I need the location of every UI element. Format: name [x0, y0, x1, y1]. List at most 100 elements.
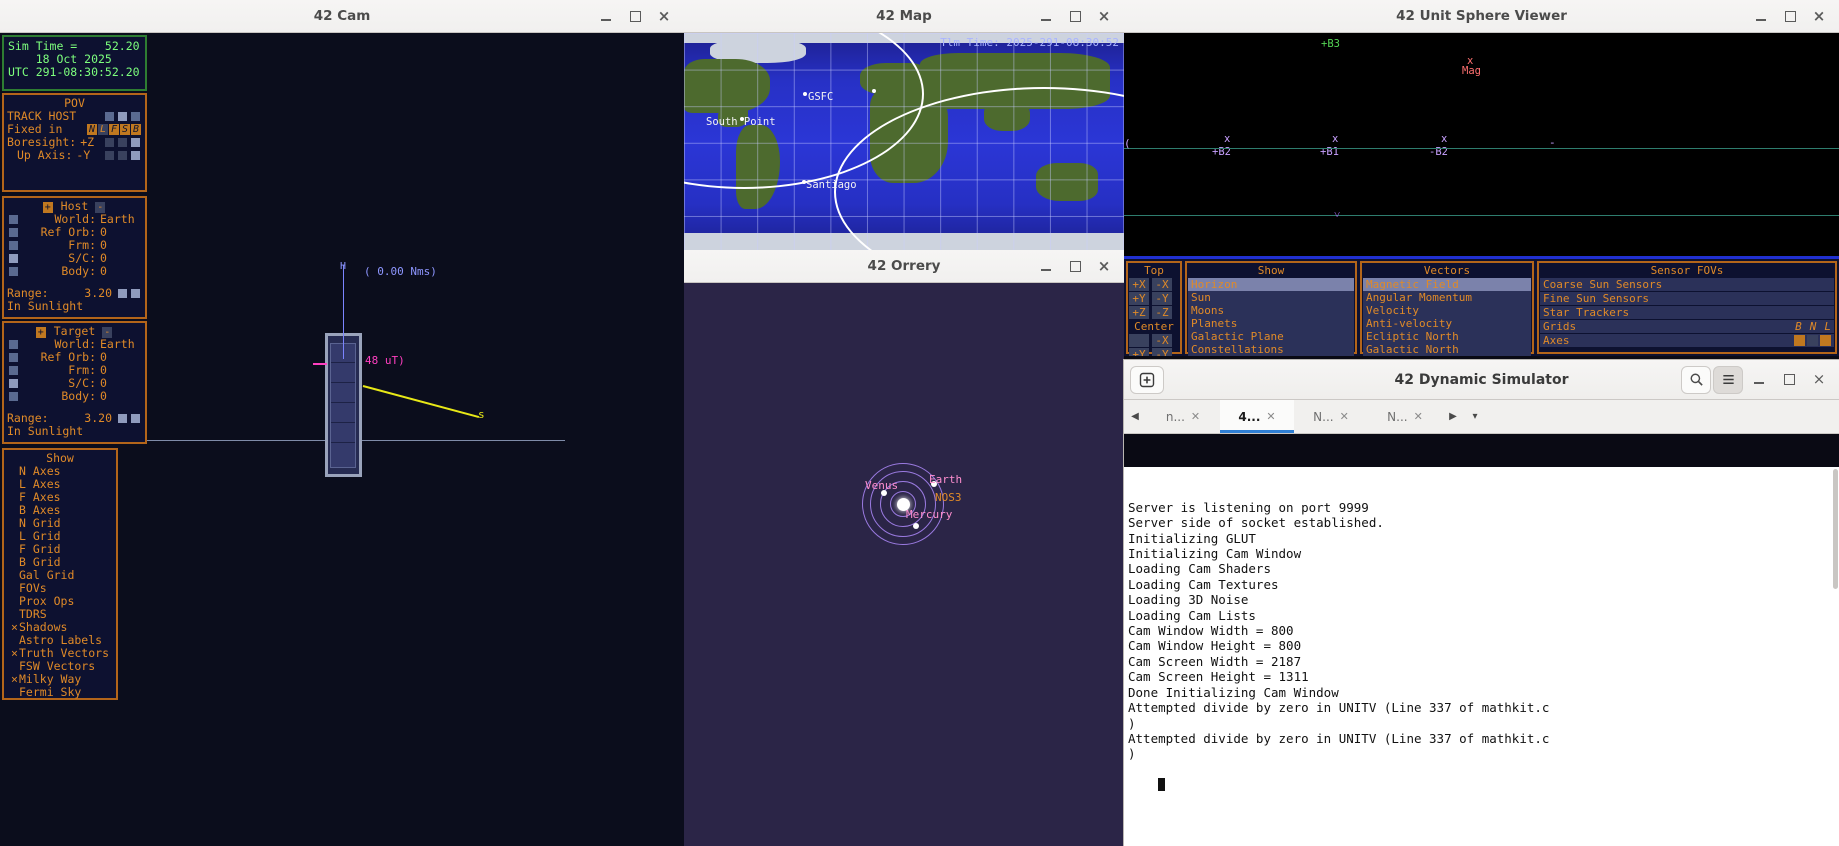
target-row-swatch[interactable] [9, 353, 18, 362]
sensor-fov-coarse-sun[interactable]: Coarse Sun Sensors [1540, 278, 1834, 291]
usv-vector-option-anti-velocity[interactable]: Anti-velocity [1363, 317, 1531, 330]
close-button[interactable]: × [650, 4, 678, 30]
unit-sphere-titlebar[interactable]: 42 Unit Sphere Viewer × [1124, 0, 1839, 33]
terminal-titlebar[interactable]: 42 Dynamic Simulator × [1124, 360, 1839, 400]
frame-button-n[interactable]: N [87, 124, 97, 135]
terminal-tab-3[interactable]: N... ✕ [1368, 400, 1442, 433]
track-mode-swatch[interactable] [118, 112, 127, 121]
axes-button-3[interactable] [1820, 335, 1831, 346]
tab-close-icon[interactable]: ✕ [1414, 410, 1423, 423]
target-row-swatch[interactable] [9, 392, 18, 401]
axes-button-2[interactable] [1807, 335, 1818, 346]
usv-show-option-constellations[interactable]: Constellations [1188, 343, 1354, 356]
top-plus-y-button[interactable]: +Y [1129, 292, 1149, 305]
center-axis-pair[interactable]: +Y -Y [1129, 348, 1179, 356]
maximize-button[interactable] [621, 4, 649, 30]
unit-sphere-plot[interactable]: +B3 x Mag x +B2 x +B1 x -B2 - ( ˅ [1124, 33, 1839, 221]
target-row-swatch[interactable] [9, 366, 18, 375]
upaxis-swatch[interactable] [105, 151, 114, 160]
minimize-button[interactable] [1745, 367, 1773, 393]
maximize-button[interactable] [1061, 4, 1089, 30]
tab-close-icon[interactable]: ✕ [1266, 410, 1275, 423]
target-range-stepper-up[interactable] [118, 414, 127, 423]
map-viewport[interactable]: GSFC South Point Santiago Tlm Time: 2025… [684, 33, 1124, 252]
close-button[interactable]: × [1090, 254, 1118, 280]
close-button[interactable]: × [1805, 4, 1833, 30]
close-button[interactable]: × [1090, 4, 1118, 30]
boresight-swatch[interactable] [105, 138, 114, 147]
host-row-swatch[interactable] [9, 241, 18, 250]
range-stepper-up[interactable] [118, 289, 127, 298]
orrery-viewport[interactable]: Venus Earth Mercury NOS3 ↑ ← + → ↓ 2 AU [684, 283, 1124, 846]
center-plus-y-button[interactable]: +Y [1129, 348, 1149, 356]
usv-show-option-horizon[interactable]: Horizon [1188, 278, 1354, 291]
frame-button-b[interactable]: B [131, 124, 141, 135]
top-axis-pair[interactable]: +X -X [1129, 278, 1179, 291]
top-plus-x-button[interactable]: +X [1129, 278, 1149, 291]
top-minus-x-button[interactable]: -X [1152, 278, 1172, 291]
minimize-button[interactable] [1747, 4, 1775, 30]
frame-button-s[interactable]: S [120, 124, 130, 135]
host-row-swatch[interactable] [9, 267, 18, 276]
terminal-tab-2[interactable]: N... ✕ [1294, 400, 1368, 433]
chevron-down-icon[interactable]: ˅ [1334, 208, 1340, 221]
host-row-swatch[interactable] [9, 215, 18, 224]
grid-button-l[interactable]: L [1824, 320, 1831, 333]
usv-vector-option-velocity[interactable]: Velocity [1363, 304, 1531, 317]
top-plus-z-button[interactable]: +Z [1129, 306, 1149, 319]
host-row-swatch[interactable] [9, 228, 18, 237]
axes-row[interactable]: Axes [1540, 334, 1834, 347]
range-stepper-down[interactable] [131, 289, 140, 298]
track-mode-swatch[interactable] [131, 112, 140, 121]
top-minus-y-button[interactable]: -Y [1152, 292, 1172, 305]
new-tab-button[interactable] [1130, 365, 1164, 394]
usv-vector-option-angular-momentum[interactable]: Angular Momentum [1363, 291, 1531, 304]
orrery-titlebar[interactable]: 42 Orrery × [684, 250, 1124, 283]
frame-button-l[interactable]: L [98, 124, 108, 135]
boresight-swatch[interactable] [131, 138, 140, 147]
target-plus-button[interactable]: + [35, 327, 46, 338]
target-row-swatch[interactable] [9, 379, 18, 388]
terminal-scrollbar[interactable] [1832, 467, 1839, 846]
tab-close-icon[interactable]: ✕ [1340, 410, 1349, 423]
menu-button[interactable] [1713, 365, 1743, 394]
pov-upaxis-row[interactable]: Up Axis: -Y [7, 149, 142, 162]
minimize-button[interactable] [1032, 4, 1060, 30]
usv-show-option-sun[interactable]: Sun [1188, 291, 1354, 304]
cam-show-item[interactable]: Fermi Sky [7, 686, 113, 699]
target-row-swatch[interactable] [9, 340, 18, 349]
axes-button-1[interactable] [1794, 335, 1805, 346]
terminal-tab-0[interactable]: n... ✕ [1146, 400, 1220, 433]
sensor-fov-star-trackers[interactable]: Star Trackers [1540, 306, 1834, 319]
maximize-button[interactable] [1775, 367, 1803, 393]
upaxis-swatch[interactable] [131, 151, 140, 160]
usv-show-option-moons[interactable]: Moons [1188, 304, 1354, 317]
top-minus-z-button[interactable]: -Z [1152, 306, 1172, 319]
cam-titlebar[interactable]: 42 Cam × [0, 0, 684, 33]
target-range-stepper-down[interactable] [131, 414, 140, 423]
maximize-button[interactable] [1061, 254, 1089, 280]
usv-show-option-planets[interactable]: Planets [1188, 317, 1354, 330]
top-axis-pair[interactable]: +Y -Y [1129, 292, 1179, 305]
minimize-button[interactable] [1032, 254, 1060, 280]
center-plus-x-button[interactable] [1129, 334, 1149, 347]
upaxis-swatch[interactable] [118, 151, 127, 160]
top-axis-pair[interactable]: +Z -Z [1129, 306, 1179, 319]
sensor-fov-fine-sun[interactable]: Fine Sun Sensors [1540, 292, 1834, 305]
tab-scroll-right-button[interactable]: ▶ [1442, 400, 1464, 433]
grids-row[interactable]: Grids B N L [1540, 320, 1834, 333]
frame-button-f[interactable]: F [109, 124, 119, 135]
maximize-button[interactable] [1776, 4, 1804, 30]
center-minus-x-button[interactable]: -X [1152, 334, 1172, 347]
boresight-swatch[interactable] [118, 138, 127, 147]
tab-scroll-left-button[interactable]: ◀ [1124, 400, 1146, 433]
close-button[interactable]: × [1805, 367, 1833, 393]
tab-close-icon[interactable]: ✕ [1191, 410, 1200, 423]
tab-list-button[interactable]: ▾ [1464, 400, 1486, 433]
usv-vector-option-galactic-north[interactable]: Galactic North [1363, 343, 1531, 356]
terminal-output[interactable]: Server is listening on port 9999 Server s… [1124, 467, 1839, 846]
cam-viewport[interactable]: H ( 0.00 Nms) 48 uT) s Sim Time = 52.20 … [0, 33, 684, 846]
center-minus-y-button[interactable]: -Y [1152, 348, 1172, 356]
host-row[interactable]: Body: 0 [7, 265, 142, 278]
usv-vector-option-magnetic-field[interactable]: Magnetic Field [1363, 278, 1531, 291]
